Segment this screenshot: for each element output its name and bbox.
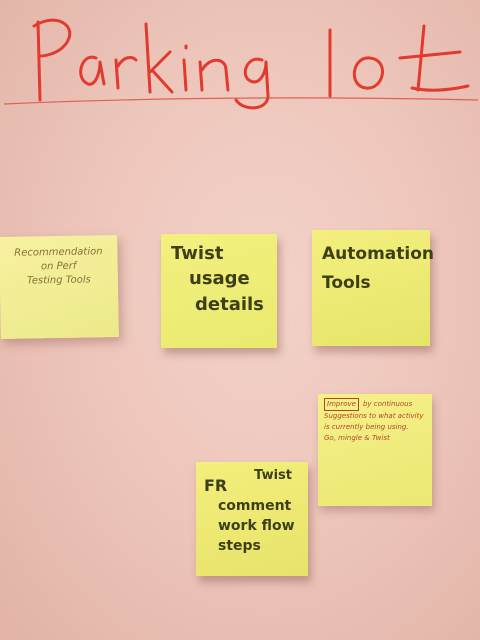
improve-tag: Improve [324, 398, 359, 411]
note-text-line: Suggestions to what activity [324, 412, 424, 420]
sticky-note-improve[interactable]: Improve by continuous Suggestions to what… [318, 394, 432, 506]
note-text-line: Twist [254, 468, 292, 483]
note-text-line: comment [218, 498, 292, 514]
note-text-line: Tools [322, 273, 371, 293]
note-text-line: work flow [218, 518, 295, 534]
sticky-note-twist-usage[interactable]: Twist usage details [161, 234, 277, 348]
parking-lot-title-drawing [3, 18, 479, 110]
sticky-note-recommendation[interactable]: Recommendation on Perf Testing Tools [0, 234, 119, 340]
note-text-line: Recommendation [14, 246, 103, 259]
note-text-fragment: by continuous [362, 400, 413, 408]
note-text-line: usage [189, 268, 250, 289]
note-text-line: Go, mingle & Twist [324, 434, 390, 442]
note-text-line: steps [218, 538, 261, 554]
sticky-note-automation[interactable]: Automation Tools [312, 230, 434, 346]
note-text-line: Automation [322, 244, 434, 264]
note-text-line: is currently being using. [324, 423, 409, 431]
note-text-line: FR [204, 476, 228, 495]
note-text-line: Testing Tools [26, 274, 91, 287]
note-header-row: FR Twist [204, 468, 302, 496]
whiteboard: Parking lot Recommendation on Perf Testi… [0, 0, 480, 640]
note-text-line: details [195, 294, 264, 315]
sticky-note-fr-comment[interactable]: FR Twist comment work flow steps [196, 462, 308, 576]
note-text-line: Twist [171, 243, 224, 264]
note-text-line: Improve by continuous [324, 398, 426, 411]
